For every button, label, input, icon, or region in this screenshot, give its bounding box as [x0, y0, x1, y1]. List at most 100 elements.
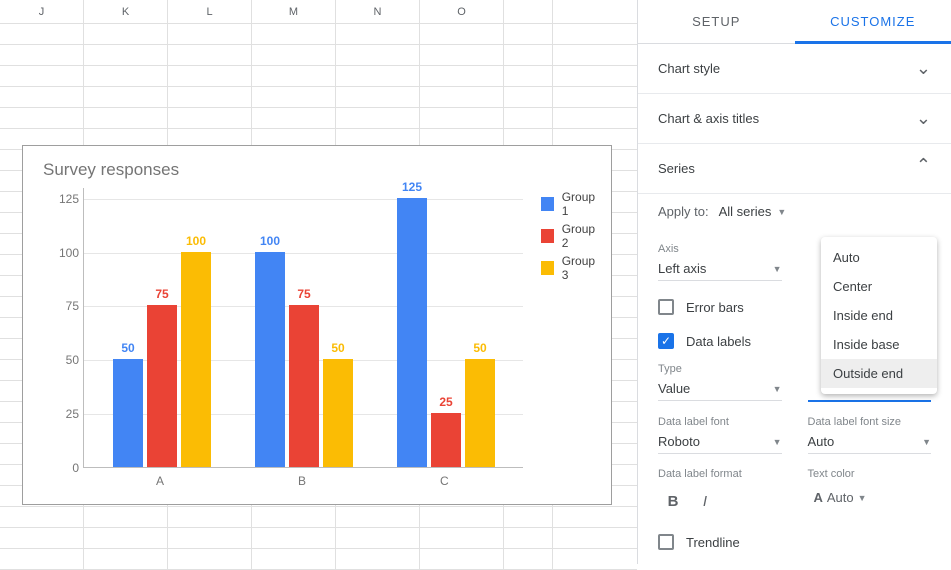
legend-item[interactable]: Group 1 [541, 190, 601, 218]
cell[interactable] [168, 528, 252, 549]
bold-button[interactable]: B [658, 486, 688, 516]
x-category-label: A [156, 474, 164, 488]
cell[interactable] [252, 528, 336, 549]
data-label-font-select[interactable]: Roboto ▼ [658, 428, 782, 454]
trendline-checkbox-row[interactable]: Trendline [658, 534, 931, 550]
cell[interactable] [336, 87, 420, 108]
cell[interactable] [0, 45, 84, 66]
cell[interactable] [168, 549, 252, 570]
cell[interactable] [504, 87, 553, 108]
dropdown-option[interactable]: Auto [821, 243, 937, 272]
tab-customize[interactable]: CUSTOMIZE [795, 0, 951, 44]
bar[interactable] [113, 359, 143, 467]
cell[interactable] [504, 24, 553, 45]
cell[interactable] [420, 549, 504, 570]
legend-item[interactable]: Group 2 [541, 222, 601, 250]
dropdown-option[interactable]: Inside base [821, 330, 937, 359]
cell[interactable] [420, 24, 504, 45]
cell[interactable] [504, 66, 553, 87]
cell[interactable] [252, 24, 336, 45]
bar[interactable] [431, 413, 461, 467]
cell[interactable] [168, 24, 252, 45]
cell[interactable] [84, 507, 168, 528]
tab-setup[interactable]: SETUP [638, 0, 795, 43]
cell[interactable] [0, 528, 84, 549]
cell[interactable] [84, 549, 168, 570]
cell[interactable] [420, 66, 504, 87]
section-axis-titles[interactable]: Chart & axis titles ⌄ [638, 94, 951, 144]
cell[interactable] [84, 66, 168, 87]
cell[interactable] [420, 45, 504, 66]
column-header[interactable]: O [420, 0, 504, 24]
column-header[interactable]: M [252, 0, 336, 24]
cell[interactable] [252, 87, 336, 108]
cell[interactable] [336, 549, 420, 570]
cell[interactable] [336, 507, 420, 528]
cell[interactable] [84, 24, 168, 45]
italic-button[interactable]: I [690, 486, 720, 516]
section-chart-style[interactable]: Chart style ⌄ [638, 44, 951, 94]
cell[interactable] [168, 108, 252, 129]
y-tick-label: 100 [51, 246, 79, 260]
cell[interactable] [420, 108, 504, 129]
axis-select[interactable]: Left axis ▼ [658, 255, 782, 281]
column-header[interactable]: N [336, 0, 420, 24]
cell[interactable] [0, 108, 84, 129]
bar[interactable] [147, 305, 177, 467]
type-select[interactable]: Value ▼ [658, 375, 782, 401]
cell[interactable] [0, 549, 84, 570]
cell[interactable] [336, 528, 420, 549]
dropdown-option[interactable]: Inside end [821, 301, 937, 330]
column-header[interactable] [504, 0, 553, 24]
cell[interactable] [0, 87, 84, 108]
cell[interactable] [0, 24, 84, 45]
cell[interactable] [252, 549, 336, 570]
cell[interactable] [84, 108, 168, 129]
column-header[interactable]: J [0, 0, 84, 24]
column-header[interactable]: L [168, 0, 252, 24]
text-color-button[interactable]: A Auto ▼ [808, 486, 932, 509]
cell[interactable] [336, 66, 420, 87]
bar[interactable] [323, 359, 353, 467]
cell[interactable] [336, 108, 420, 129]
dropdown-option[interactable]: Center [821, 272, 937, 301]
cell[interactable] [504, 528, 553, 549]
cell[interactable] [252, 507, 336, 528]
dropdown-option[interactable]: Outside end [821, 359, 937, 388]
cell[interactable] [84, 528, 168, 549]
bar[interactable] [465, 359, 495, 467]
cell[interactable] [0, 66, 84, 87]
data-label: 50 [323, 341, 353, 355]
cell[interactable] [336, 24, 420, 45]
cell[interactable] [504, 507, 553, 528]
chart-editor-sidebar: SETUP CUSTOMIZE Chart style ⌄ Chart & ax… [637, 0, 951, 564]
cell[interactable] [504, 45, 553, 66]
bar[interactable] [181, 252, 211, 467]
cell[interactable] [168, 507, 252, 528]
section-series[interactable]: Series ⌃ [638, 144, 951, 194]
cell[interactable] [168, 45, 252, 66]
cell[interactable] [504, 108, 553, 129]
cell[interactable] [504, 549, 553, 570]
chart-object[interactable]: Survey responses 0255075100125 507510010… [22, 145, 612, 505]
cell[interactable] [420, 507, 504, 528]
data-label-size-select[interactable]: Auto ▼ [808, 428, 932, 454]
cell[interactable] [84, 87, 168, 108]
bar[interactable] [255, 252, 285, 467]
cell[interactable] [420, 87, 504, 108]
legend-item[interactable]: Group 3 [541, 254, 601, 282]
bar[interactable] [397, 198, 427, 467]
apply-to-select[interactable]: All series ▼ [719, 204, 787, 219]
bar[interactable] [289, 305, 319, 467]
cell[interactable] [84, 45, 168, 66]
cell[interactable] [252, 45, 336, 66]
cell[interactable] [336, 45, 420, 66]
dropdown-arrow-icon: ▼ [922, 437, 931, 447]
column-header[interactable]: K [84, 0, 168, 24]
cell[interactable] [252, 66, 336, 87]
cell[interactable] [0, 507, 84, 528]
cell[interactable] [420, 528, 504, 549]
cell[interactable] [168, 87, 252, 108]
cell[interactable] [168, 66, 252, 87]
cell[interactable] [252, 108, 336, 129]
